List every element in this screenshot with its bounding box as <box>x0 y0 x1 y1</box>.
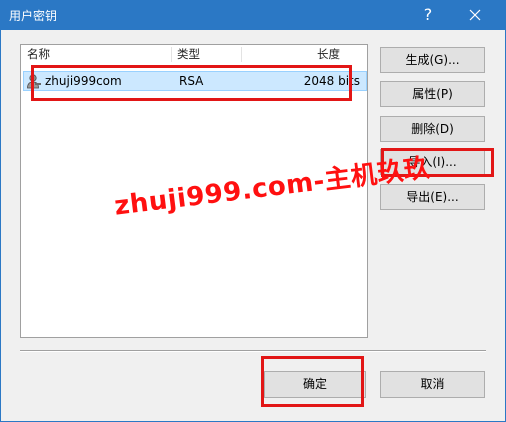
window-title: 用户密钥 <box>9 9 58 23</box>
cancel-button[interactable]: 取消 <box>380 371 485 398</box>
column-divider[interactable] <box>171 47 172 62</box>
key-name: zhuji999com <box>45 74 122 88</box>
ok-button[interactable]: 确定 <box>264 371 366 398</box>
generate-button[interactable]: 生成(G)... <box>380 47 485 73</box>
column-header-name[interactable]: 名称 <box>27 45 50 64</box>
delete-button[interactable]: 删除(D) <box>380 116 485 142</box>
import-button[interactable]: 导入(I)... <box>380 149 485 175</box>
list-header: 名称 类型 长度 <box>21 45 367 64</box>
key-list[interactable]: 名称 类型 长度 zhuji999com RSA 2048 bits <box>20 44 368 338</box>
close-button[interactable] <box>452 0 498 30</box>
column-divider[interactable] <box>241 47 242 62</box>
column-header-type[interactable]: 类型 <box>177 45 200 64</box>
close-icon <box>469 9 481 21</box>
list-item[interactable]: zhuji999com RSA 2048 bits <box>23 71 367 91</box>
title-bar: 用户密钥 ? <box>0 0 506 30</box>
separator-line <box>20 350 486 352</box>
column-header-length[interactable]: 长度 <box>317 45 340 64</box>
export-button[interactable]: 导出(E)... <box>380 184 485 210</box>
key-user-icon <box>26 73 42 89</box>
key-type: RSA <box>179 74 204 88</box>
help-button[interactable]: ? <box>413 3 443 27</box>
properties-button[interactable]: 属性(P) <box>380 81 485 107</box>
key-length: 2048 bits <box>303 74 360 88</box>
